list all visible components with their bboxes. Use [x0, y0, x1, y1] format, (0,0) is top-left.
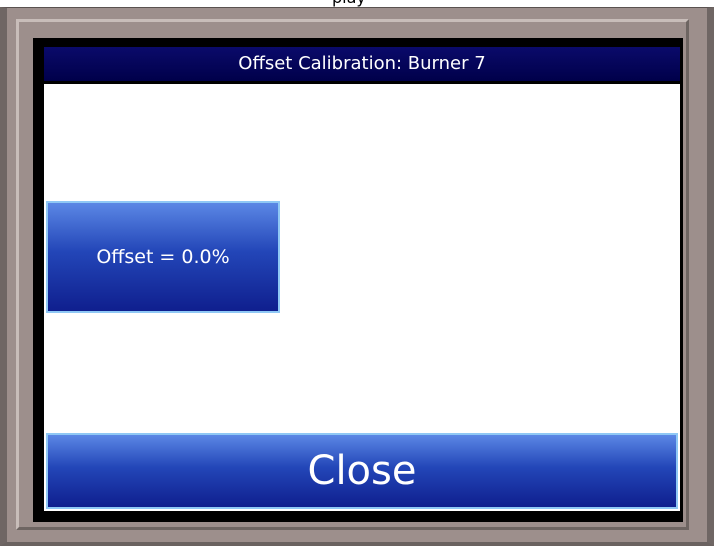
dialog-title: Offset Calibration: Burner 7: [238, 53, 486, 74]
offset-button-label: Offset = 0.0%: [96, 246, 230, 268]
offset-button[interactable]: Offset = 0.0%: [46, 201, 280, 313]
close-button[interactable]: Close: [46, 433, 678, 509]
calibration-screen: Offset Calibration: Burner 7 Offset = 0.…: [44, 47, 680, 511]
close-button-label: Close: [307, 448, 417, 494]
title-bar: Offset Calibration: Burner 7: [44, 47, 680, 84]
caption-text: play: [332, 0, 366, 7]
